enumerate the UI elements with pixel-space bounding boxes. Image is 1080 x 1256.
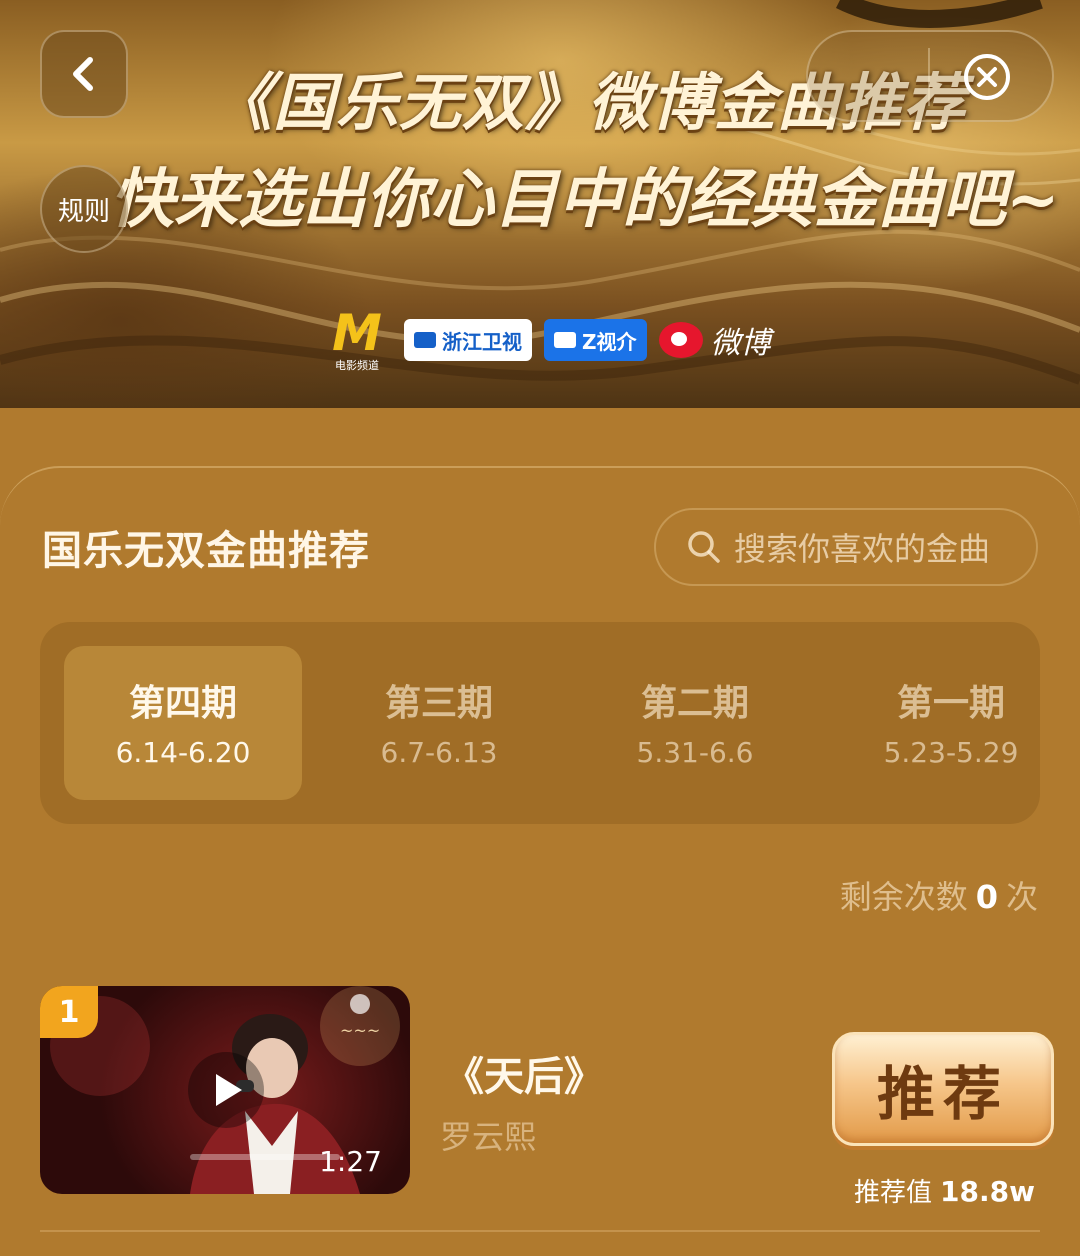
recommend-value-label: 推荐值 xyxy=(854,1178,933,1208)
remaining-label: 剩余次数 xyxy=(839,878,968,916)
banner-title: 《国乐无双》微博金曲推荐 xyxy=(210,66,967,139)
song-artist: 罗云熙 xyxy=(440,1118,537,1156)
zhejiang-tv-icon xyxy=(414,332,436,348)
section-title: 国乐无双金曲推荐 xyxy=(42,528,370,574)
search-placeholder: 搜索你喜欢的金曲 xyxy=(734,530,991,568)
recommend-value-number: 18.8w xyxy=(940,1175,1035,1208)
period-name: 第四期 xyxy=(128,683,237,724)
back-button[interactable] xyxy=(40,30,128,118)
tab-period-3[interactable]: 第三期 6.7-6.13 xyxy=(320,646,558,800)
period-name: 第三期 xyxy=(384,683,493,724)
tab-period-4[interactable]: 第四期 6.14-6.20 xyxy=(64,646,302,800)
song-row: ~~~ 1 1:27 《天后》 罗云熙 推荐 推荐值 18.8w xyxy=(40,986,1054,1208)
rank-badge: 1 xyxy=(40,986,98,1038)
zhejiang-tv-logo: 浙江卫视 xyxy=(404,319,532,361)
remaining-count: 0 xyxy=(975,878,998,916)
close-icon[interactable] xyxy=(962,52,1012,102)
hero-banner: 《国乐无双》微博金曲推荐 快来选出你心目中的经典金曲吧~ 规则 M 电影频道 浙… xyxy=(0,0,1080,408)
recommend-value: 推荐值 18.8w xyxy=(854,1172,1035,1209)
banner-subtitle: 快来选出你心目中的经典金曲吧~ xyxy=(110,162,1060,237)
zview-icon xyxy=(554,332,576,348)
content-panel: 国乐无双金曲推荐 搜索你喜欢的金曲 第四期 6.14-6.20 第三期 6.7-… xyxy=(0,466,1080,1256)
rules-button[interactable]: 规则 xyxy=(40,165,128,253)
period-dates: 5.31-6.6 xyxy=(636,736,754,769)
song-title[interactable]: 《天后》 xyxy=(444,1044,604,1102)
period-dates: 5.23-5.29 xyxy=(883,736,1019,769)
period-dates: 6.14-6.20 xyxy=(115,736,251,769)
capsule-divider xyxy=(928,48,930,106)
remaining-unit: 次 xyxy=(1005,878,1038,916)
movie-channel-logo: M 电影频道 xyxy=(332,304,382,372)
row-divider xyxy=(40,1230,1040,1232)
period-dates: 6.7-6.13 xyxy=(380,736,498,769)
search-icon xyxy=(688,531,720,563)
search-input[interactable]: 搜索你喜欢的金曲 xyxy=(654,508,1038,586)
svg-text:~~~: ~~~ xyxy=(340,1021,380,1040)
chevron-left-icon xyxy=(73,57,93,91)
weibo-eye-icon xyxy=(658,322,703,358)
recommend-button[interactable]: 推荐 xyxy=(832,1032,1054,1146)
sponsor-logos: M 电影频道 浙江卫视 Z视介 微博 xyxy=(328,304,771,375)
period-name: 第二期 xyxy=(640,683,749,724)
video-duration: 1:27 xyxy=(319,1145,382,1178)
mini-program-capsule xyxy=(806,30,1054,122)
video-thumbnail[interactable]: ~~~ 1 1:27 xyxy=(40,986,410,1194)
period-tabs: 第四期 6.14-6.20 第三期 6.7-6.13 第二期 5.31-6.6 … xyxy=(40,622,1040,824)
zview-logo: Z视介 xyxy=(544,319,647,361)
weibo-logo: 微博 xyxy=(658,318,771,362)
tab-period-2[interactable]: 第二期 5.31-6.6 xyxy=(576,646,814,800)
remaining-votes: 剩余次数 0 次 xyxy=(840,872,1038,918)
period-name: 第一期 xyxy=(896,683,1005,724)
play-icon[interactable] xyxy=(186,1050,266,1130)
tab-period-1[interactable]: 第一期 5.23-5.29 xyxy=(832,646,1070,800)
